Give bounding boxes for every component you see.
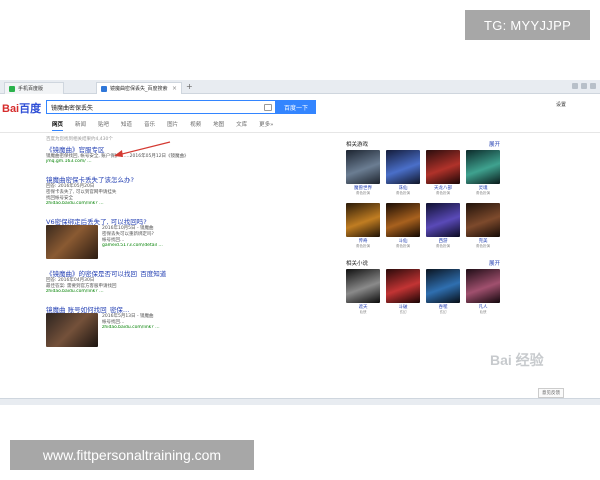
- tab-mobile-baidu[interactable]: 手机百度版: [4, 82, 64, 94]
- game-cover[interactable]: [466, 150, 500, 184]
- toolbar-icon[interactable]: [572, 83, 578, 89]
- panel-more-link[interactable]: 展开: [489, 259, 500, 269]
- result-url[interactable]: zhidao.baidu.com/link? …: [102, 325, 296, 331]
- nav-wenku[interactable]: 文库: [236, 120, 247, 131]
- watermark-bottom: www.fittpersonaltraining.com: [10, 440, 254, 470]
- watermark-top: TG: MYYJJPP: [465, 10, 590, 40]
- related-games-grid: 魔兽世界 角色扮演 诛仙 角色扮演 天龙八部 角色扮演 灵魂 角色扮演 传奇 角色扮演 斗…: [346, 150, 500, 253]
- result-title-link[interactable]: V6密保绑定后丢失了, 可以找回吗?: [46, 216, 296, 225]
- divider: [0, 132, 600, 133]
- panel-title: 相关小说: [346, 261, 369, 267]
- browser-screenshot: 手机百度版 镜魔曲密保丢失_百度搜索 × + Bai百度 镜魔曲密保丢失 百度一…: [0, 80, 600, 405]
- result-url[interactable]: gameid.5173.com/detail …: [102, 243, 296, 249]
- related-game[interactable]: 天龙八部 角色扮演: [426, 150, 460, 200]
- result-title-link[interactable]: 镜魔曲 账号如何找回_密保…: [46, 304, 296, 313]
- result-title-link[interactable]: 《镜魔曲》的密保是否可以找回_百度知道: [46, 268, 296, 277]
- game-cover[interactable]: [346, 203, 380, 237]
- baidu-logo[interactable]: Bai百度: [2, 100, 41, 116]
- baidu-jingyan-watermark: Bai 经验: [490, 352, 544, 368]
- close-icon[interactable]: ×: [172, 85, 177, 92]
- panel-title: 相关游戏: [346, 142, 369, 148]
- result-title-link[interactable]: 镜魔曲密保卡丢失了该怎么办?: [46, 174, 296, 183]
- baidu-paw-icon: [101, 85, 107, 92]
- panel-header-games: 相关游戏 展开: [346, 140, 500, 150]
- related-game[interactable]: 魔兽世界 角色扮演: [346, 150, 380, 200]
- game-cover[interactable]: [426, 150, 460, 184]
- search-nav: 网页 新闻 贴吧 知道 音乐 图片 视频 地图 文库 更多»: [52, 120, 274, 131]
- camera-icon[interactable]: [264, 104, 272, 111]
- annotation-arrow: [114, 141, 171, 157]
- related-novel[interactable]: 吞噬 玄幻: [426, 269, 460, 319]
- game-cover[interactable]: [426, 203, 460, 237]
- related-game[interactable]: 完美 角色扮演: [466, 203, 500, 253]
- novel-cover[interactable]: [426, 269, 460, 303]
- game-cover[interactable]: [386, 150, 420, 184]
- new-tab-button[interactable]: +: [186, 82, 193, 91]
- related-novel[interactable]: 遮天 仙侠: [346, 269, 380, 319]
- nav-map[interactable]: 地图: [213, 120, 224, 131]
- nav-news[interactable]: 新闻: [75, 120, 86, 131]
- related-game[interactable]: 斗仙 角色扮演: [386, 203, 420, 253]
- tab-label: 手机百度版: [18, 86, 44, 92]
- result-url[interactable]: zhidao.baidu.com/link? …: [46, 201, 296, 207]
- tab-search-results[interactable]: 镜魔曲密保丢失_百度搜索 ×: [96, 82, 182, 94]
- novel-cover[interactable]: [386, 269, 420, 303]
- nav-music[interactable]: 音乐: [144, 120, 155, 131]
- nav-web[interactable]: 网页: [52, 120, 64, 131]
- search-query: 镜魔曲密保丢失: [51, 104, 94, 112]
- nav-more[interactable]: 更多»: [259, 120, 273, 131]
- result-item: V6密保绑定后丢失了, 可以找回吗? 2016年10月5日 - 镜魔曲 密保丢失…: [46, 216, 296, 259]
- baidu-mobile-icon: [9, 85, 15, 92]
- toolbar-icon[interactable]: [590, 83, 596, 89]
- related-game[interactable]: 传奇 角色扮演: [346, 203, 380, 253]
- result-thumbnail[interactable]: [46, 313, 98, 347]
- game-cover[interactable]: [386, 203, 420, 237]
- related-game[interactable]: 西游 角色扮演: [426, 203, 460, 253]
- horizontal-scrollbar[interactable]: [0, 398, 600, 405]
- related-novel[interactable]: 斗破 玄幻: [386, 269, 420, 319]
- nav-images[interactable]: 图片: [167, 120, 178, 131]
- nav-tieba[interactable]: 贴吧: [98, 120, 109, 131]
- panel-more-link[interactable]: 展开: [489, 140, 500, 150]
- result-item: 《镜魔曲》的密保是否可以找回_百度知道 回答: 2016年04月30日 最佳答案…: [46, 268, 296, 295]
- novel-cover[interactable]: [466, 269, 500, 303]
- result-item: 镜魔曲 账号如何找回_密保… 2016年5月13日 - 镜魔曲 帐号找回… zh…: [46, 304, 296, 347]
- settings-link[interactable]: 设置: [556, 101, 566, 108]
- nav-video[interactable]: 视频: [190, 120, 201, 131]
- game-cover[interactable]: [346, 150, 380, 184]
- result-thumbnail[interactable]: [46, 225, 98, 259]
- result-url[interactable]: zhidao.baidu.com/link? …: [46, 289, 296, 295]
- novel-cover[interactable]: [346, 269, 380, 303]
- search-button[interactable]: 百度一下: [276, 100, 316, 114]
- related-novels-grid: 遮天 仙侠 斗破 玄幻 吞噬 玄幻 凡人 仙侠: [346, 269, 500, 319]
- right-panel: 相关游戏 展开 魔兽世界 角色扮演 诛仙 角色扮演 天龙八部 角色扮演 灵魂 角色扮演 …: [346, 140, 500, 325]
- search-results: 百度为您找到相关结果约4,430个 《镜魔曲》官服专区 镜魔曲密保找回, 帐号安…: [46, 136, 296, 356]
- panel-header-novels: 相关小说 展开: [346, 259, 500, 269]
- related-game[interactable]: 灵魂 角色扮演: [466, 150, 500, 200]
- search-header: Bai百度 镜魔曲密保丢失 百度一下 设置 网页 新闻 贴吧 知道 音乐 图片 …: [0, 95, 600, 133]
- tab-bar: 手机百度版 镜魔曲密保丢失_百度搜索 × +: [0, 80, 600, 94]
- related-game[interactable]: 诛仙 角色扮演: [386, 150, 420, 200]
- game-cover[interactable]: [466, 203, 500, 237]
- related-novel[interactable]: 凡人 仙侠: [466, 269, 500, 319]
- tab-label: 镜魔曲密保丢失_百度搜索: [110, 86, 168, 92]
- toolbar-icon[interactable]: [581, 83, 587, 89]
- nav-zhidao[interactable]: 知道: [121, 120, 132, 131]
- search-input[interactable]: 镜魔曲密保丢失: [46, 100, 276, 114]
- result-item: 镜魔曲密保卡丢失了该怎么办? 回答: 2016年05月20日 密保卡丢失了, 可…: [46, 174, 296, 207]
- feedback-button[interactable]: 意见反馈: [538, 388, 564, 398]
- toolbar-right: [572, 83, 596, 89]
